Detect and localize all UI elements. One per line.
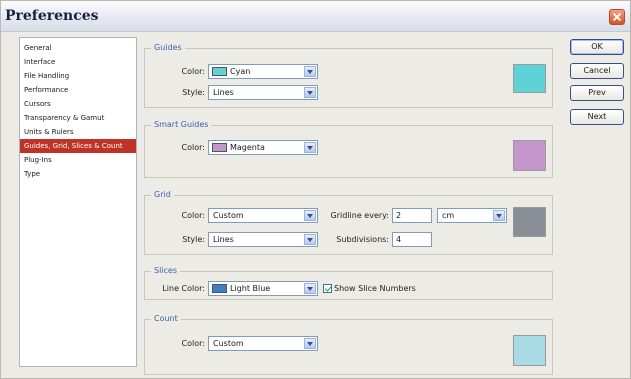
gridline-unit-select[interactable]: cm xyxy=(437,208,507,223)
guides-color-preview[interactable] xyxy=(513,64,546,93)
sidebar-item-performance[interactable]: Performance xyxy=(20,83,136,97)
slices-line-color-select[interactable]: Light Blue xyxy=(208,281,318,296)
smart-guides-legend: Smart Guides xyxy=(151,120,212,130)
sidebar-item-transparency-gamut[interactable]: Transparency & Gamut xyxy=(20,111,136,125)
slices-legend: Slices xyxy=(151,266,181,276)
smart-guides-color-preview[interactable] xyxy=(513,140,546,171)
subdivisions-label: Subdivisions: xyxy=(336,235,389,244)
sidebar-item-cursors[interactable]: Cursors xyxy=(20,97,136,111)
grid-style-label: Style: xyxy=(182,235,205,244)
chevron-down-icon xyxy=(304,338,316,349)
chevron-down-icon xyxy=(304,283,316,294)
guides-style-value: Lines xyxy=(213,88,234,97)
guides-color-label: Color: xyxy=(181,67,205,76)
preferences-category-list: General Interface File Handling Performa… xyxy=(19,37,137,367)
guides-style-label: Style: xyxy=(182,88,205,97)
sidebar-item-type[interactable]: Type xyxy=(20,167,136,181)
grid-color-select[interactable]: Custom xyxy=(208,208,318,223)
show-slice-numbers-checkbox[interactable] xyxy=(323,284,332,293)
guides-color-value: Cyan xyxy=(230,67,251,76)
slices-line-color-swatch xyxy=(212,284,227,293)
smart-guides-color-swatch xyxy=(212,143,227,152)
grid-legend: Grid xyxy=(151,190,174,200)
gridline-unit-value: cm xyxy=(442,211,455,220)
chevron-down-icon xyxy=(304,210,316,221)
count-color-preview[interactable] xyxy=(513,335,546,366)
chevron-down-icon xyxy=(493,210,505,221)
guides-color-swatch xyxy=(212,67,227,76)
smart-guides-color-value: Magenta xyxy=(230,143,265,152)
count-color-select[interactable]: Custom xyxy=(208,336,318,351)
prev-button[interactable]: Prev xyxy=(570,85,624,101)
smart-guides-color-select[interactable]: Magenta xyxy=(208,140,318,155)
grid-group: Grid Color: Custom Style: Lines Gridline… xyxy=(144,190,553,255)
guides-color-select[interactable]: Cyan xyxy=(208,64,318,79)
count-legend: Count xyxy=(151,314,181,324)
chevron-down-icon xyxy=(304,142,316,153)
guides-style-select[interactable]: Lines xyxy=(208,85,318,100)
chevron-down-icon xyxy=(304,234,316,245)
sidebar-item-general[interactable]: General xyxy=(20,41,136,55)
slices-line-color-label: Line Color: xyxy=(162,284,205,293)
count-color-value: Custom xyxy=(213,339,244,348)
grid-style-value: Lines xyxy=(213,235,234,244)
smart-guides-group: Smart Guides Color: Magenta xyxy=(144,120,553,178)
grid-style-select[interactable]: Lines xyxy=(208,232,318,247)
chevron-down-icon xyxy=(304,87,316,98)
show-slice-numbers-label: Show Slice Numbers xyxy=(334,284,416,293)
slices-line-color-value: Light Blue xyxy=(230,284,271,293)
close-button[interactable] xyxy=(609,9,625,25)
cancel-button[interactable]: Cancel xyxy=(570,63,624,79)
gridline-every-input[interactable]: 2 xyxy=(392,208,432,223)
subdivisions-input[interactable]: 4 xyxy=(392,232,432,247)
gridline-every-label: Gridline every: xyxy=(330,211,389,220)
smart-guides-color-label: Color: xyxy=(181,143,205,152)
count-group: Count Color: Custom xyxy=(144,314,553,375)
sidebar-item-units-rulers[interactable]: Units & Rulers xyxy=(20,125,136,139)
title-bar: Preferences xyxy=(1,1,630,32)
chevron-down-icon xyxy=(304,66,316,77)
sidebar-item-file-handling[interactable]: File Handling xyxy=(20,69,136,83)
sidebar-item-guides-grid-slices-count[interactable]: Guides, Grid, Slices & Count xyxy=(20,139,136,153)
guides-group: Guides Color: Cyan Style: Lines xyxy=(144,43,553,108)
next-button[interactable]: Next xyxy=(570,109,624,125)
slices-group: Slices Line Color: Light Blue Show Slice… xyxy=(144,266,553,300)
ok-button[interactable]: OK xyxy=(570,39,624,55)
preferences-dialog: Preferences General Interface File Handl… xyxy=(0,0,631,379)
grid-color-value: Custom xyxy=(213,211,244,220)
sidebar-item-interface[interactable]: Interface xyxy=(20,55,136,69)
grid-color-preview[interactable] xyxy=(513,207,546,237)
guides-legend: Guides xyxy=(151,43,185,53)
window-title: Preferences xyxy=(5,8,99,24)
grid-color-label: Color: xyxy=(181,211,205,220)
count-color-label: Color: xyxy=(181,339,205,348)
sidebar-item-plug-ins[interactable]: Plug-Ins xyxy=(20,153,136,167)
